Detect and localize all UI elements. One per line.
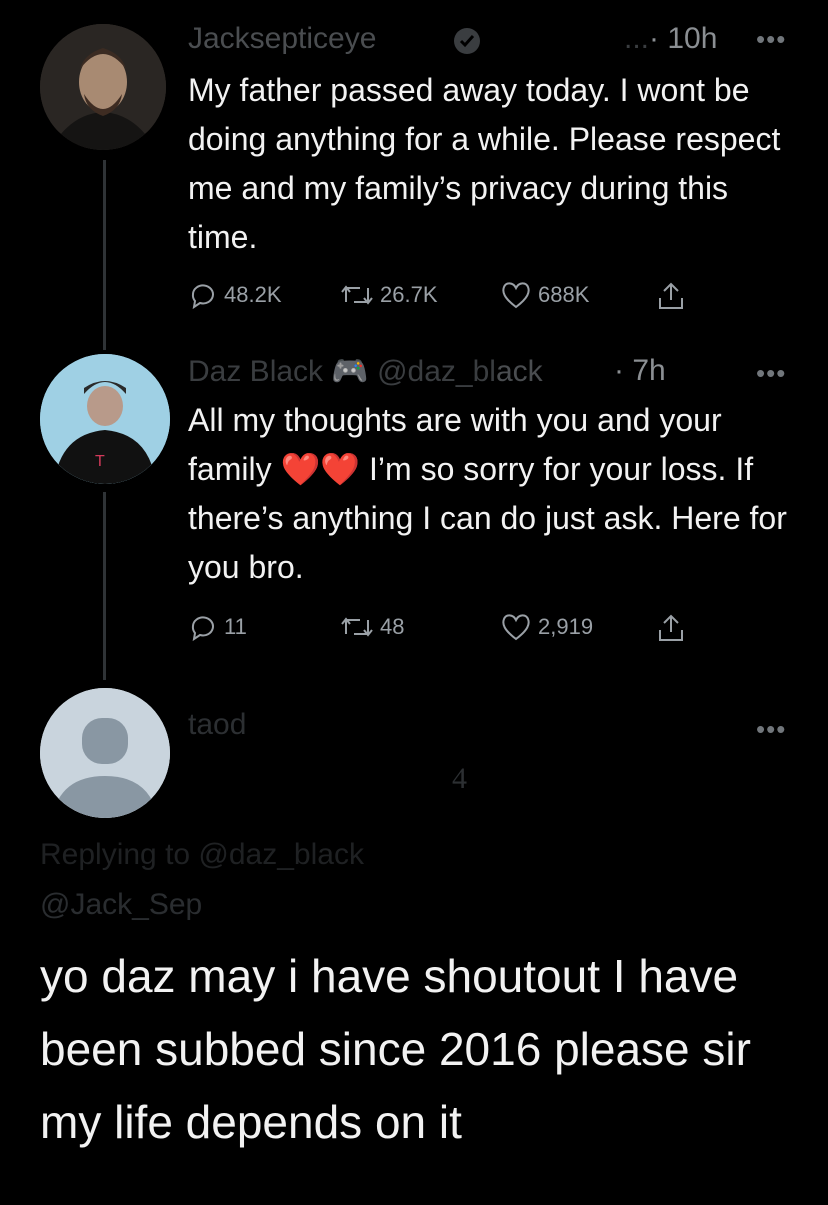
default-avatar-icon (40, 688, 170, 818)
reply-button[interactable]: 48.2K (188, 280, 282, 310)
tweet-2-author-name[interactable]: Daz Black 🎮 @daz_black (188, 354, 638, 389)
thread-line-1 (103, 160, 106, 350)
like-button[interactable]: 688K (500, 280, 589, 310)
more-icon[interactable]: ••• (756, 358, 786, 389)
reply-text: yo daz may i have shoutout I have been s… (40, 950, 751, 1148)
tweet-1-author-name[interactable]: Jacksepticeye (188, 22, 376, 56)
like-icon (502, 282, 530, 309)
heart-emoji: ❤️❤️ (280, 451, 361, 487)
share-button[interactable] (656, 612, 686, 644)
retweet-button[interactable]: 48 (340, 612, 404, 642)
like-button[interactable]: 2,919 (500, 612, 593, 642)
more-icon[interactable]: ••• (756, 24, 786, 55)
avatar-daz-black[interactable]: T (40, 354, 170, 484)
tweet-2-timestamp[interactable]: · 7h (614, 354, 666, 388)
reply-author-name[interactable]: taod (188, 708, 246, 742)
reply-icon (191, 284, 214, 310)
svg-text:T: T (95, 453, 105, 470)
tweet-2-text: All my thoughts are with you and your fa… (188, 402, 787, 585)
replying-to-line-2[interactable]: @Jack_Sep (40, 888, 202, 922)
like-icon (502, 614, 530, 641)
tweet-1-timestamp[interactable]: ...· 10h (624, 22, 717, 56)
verified-icon (454, 28, 480, 54)
reply-button[interactable]: 11 (188, 612, 247, 642)
avatar-jacksepticeye[interactable] (40, 24, 166, 150)
share-icon (659, 282, 683, 309)
retweet-button[interactable]: 26.7K (340, 280, 438, 310)
retweet-icon (341, 617, 373, 637)
reply-icon (191, 616, 214, 642)
avatar-photo-icon (40, 24, 166, 150)
avatar-photo-icon: T (40, 354, 170, 484)
thread-line-2 (103, 492, 106, 680)
tweet-1-text: My father passed away today. I wont be d… (188, 72, 781, 255)
share-icon (659, 614, 683, 641)
retweet-icon (341, 285, 373, 305)
share-button[interactable] (656, 280, 686, 312)
reply-handle-partial: 4 (452, 762, 467, 795)
default-avatar[interactable] (40, 688, 170, 818)
replying-to-line-1[interactable]: Replying to @daz_black (40, 838, 364, 872)
more-icon[interactable]: ••• (756, 714, 786, 745)
